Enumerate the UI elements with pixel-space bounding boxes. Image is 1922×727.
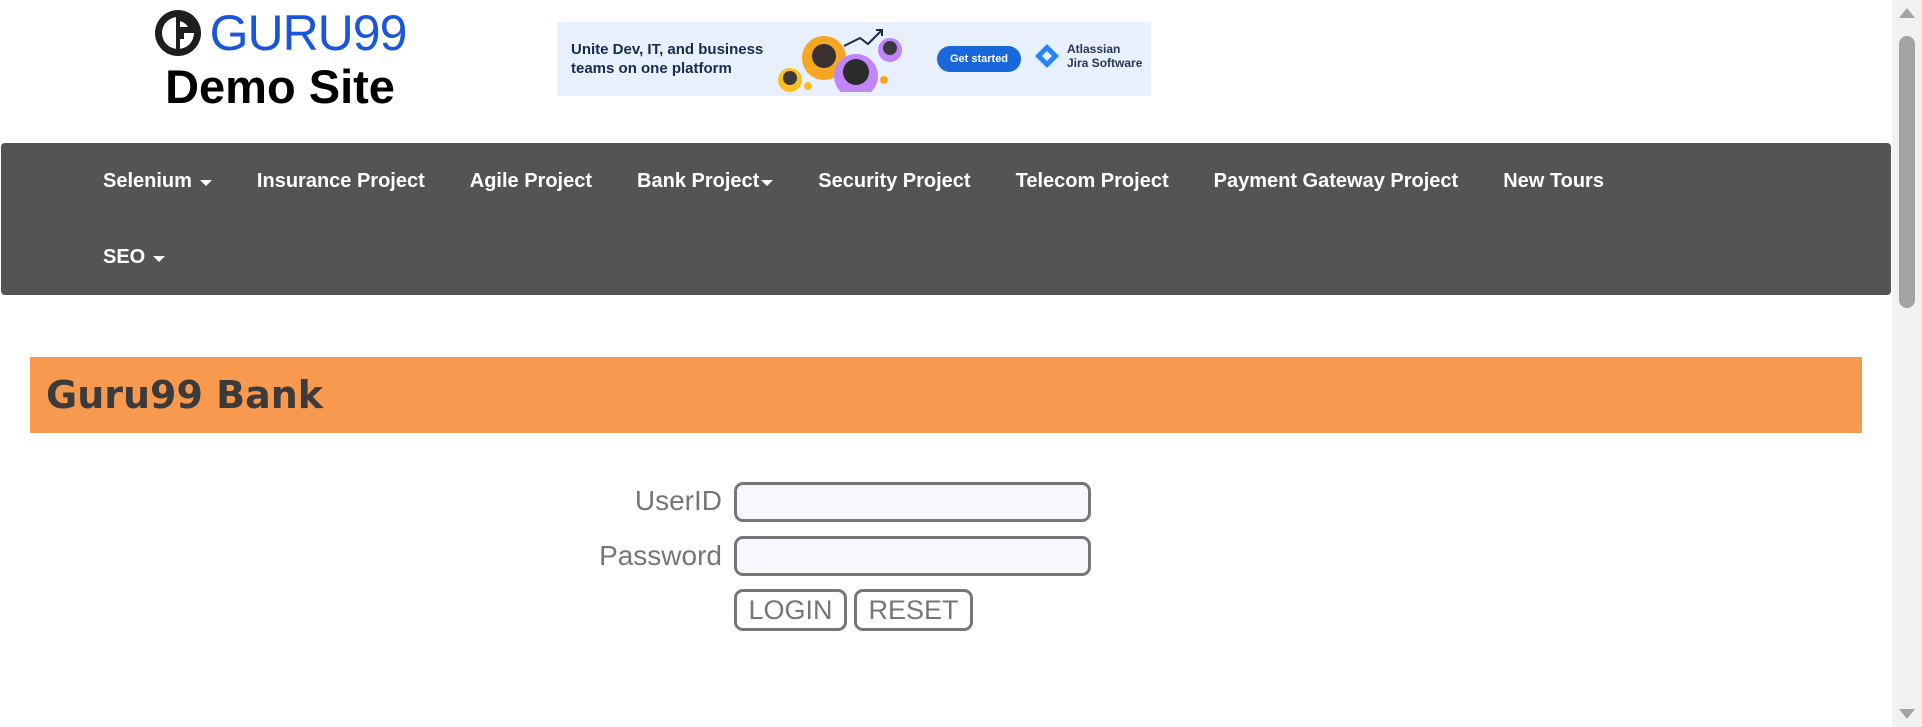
nav-item-security-project[interactable]: Security Project <box>818 170 970 193</box>
nav-item-agile-project[interactable]: Agile Project <box>470 170 592 193</box>
ad-brand-text: Atlassian Jira Software <box>1067 42 1142 70</box>
ad-people-illustration-icon <box>778 29 902 92</box>
nav-item-label: Security Project <box>818 169 971 192</box>
nav-item-label: Insurance Project <box>256 169 425 192</box>
ad-banner[interactable]: Unite Dev, IT, and business teams on one… <box>557 22 1151 96</box>
password-label: Password <box>599 540 722 571</box>
nav-item-label: New Tours <box>1503 169 1604 192</box>
password-input[interactable] <box>734 536 1091 576</box>
nav-item-insurance-project[interactable]: Insurance Project <box>257 170 425 193</box>
logo-row: GURU99 <box>150 8 410 58</box>
nav-item-label: Payment Gateway Project <box>1213 169 1459 192</box>
caret-down-icon <box>199 179 212 186</box>
nav-item-new-tours[interactable]: New Tours <box>1503 170 1604 193</box>
guru99-logo-icon <box>154 10 201 56</box>
nav-item-seo[interactable]: SEO <box>103 245 166 269</box>
nav-item-label: Bank Project <box>637 169 760 192</box>
nav-item-selenium[interactable]: Selenium <box>103 170 212 193</box>
page-scrollbar[interactable] <box>1892 0 1922 727</box>
site-subtitle: Demo Site <box>165 60 395 113</box>
ad-brand-line1: Atlassian <box>1067 42 1121 56</box>
caret-down-icon <box>761 179 774 186</box>
userid-input[interactable] <box>734 482 1091 522</box>
nav-item-telecom-project[interactable]: Telecom Project <box>1016 170 1169 193</box>
page: GURU99 Demo Site Unite Dev, IT, and busi… <box>0 0 1922 727</box>
page-title: Guru99 Bank <box>46 373 324 417</box>
nav-item-label: Selenium <box>103 169 192 192</box>
ad-headline: Unite Dev, IT, and business teams on one… <box>571 41 764 77</box>
login-button[interactable]: LOGIN <box>734 589 847 631</box>
nav-row-2: SEO <box>103 219 210 295</box>
reset-button[interactable]: RESET <box>854 589 973 631</box>
main-navbar: Selenium Insurance Project Agile Project… <box>1 143 1891 295</box>
logo-text: GURU99 <box>209 5 408 61</box>
scroll-up-arrow-icon[interactable] <box>1899 8 1915 18</box>
nav-item-payment-gateway-project[interactable]: Payment Gateway Project <box>1214 170 1459 193</box>
nav-row-1: Selenium Insurance Project Agile Project… <box>103 143 1649 219</box>
ad-brand-line2: Jira Software <box>1067 56 1143 70</box>
nav-item-label: SEO <box>103 245 146 268</box>
site-logo-block[interactable]: GURU99 Demo Site <box>150 8 410 114</box>
nav-item-label: Agile Project <box>469 169 593 192</box>
scroll-thumb[interactable] <box>1899 36 1915 308</box>
caret-down-icon <box>153 255 166 262</box>
ad-get-started-button[interactable]: Get started <box>937 46 1021 72</box>
bank-title-bar: Guru99 Bank <box>30 357 1862 433</box>
ad-brand: Atlassian Jira Software <box>1033 42 1142 70</box>
jira-diamond-icon <box>1035 44 1059 68</box>
userid-label: UserID <box>634 485 722 516</box>
scroll-down-arrow-icon[interactable] <box>1899 709 1915 719</box>
nav-item-bank-project[interactable]: Bank Project <box>637 169 774 193</box>
nav-item-label: Telecom Project <box>1015 169 1169 192</box>
